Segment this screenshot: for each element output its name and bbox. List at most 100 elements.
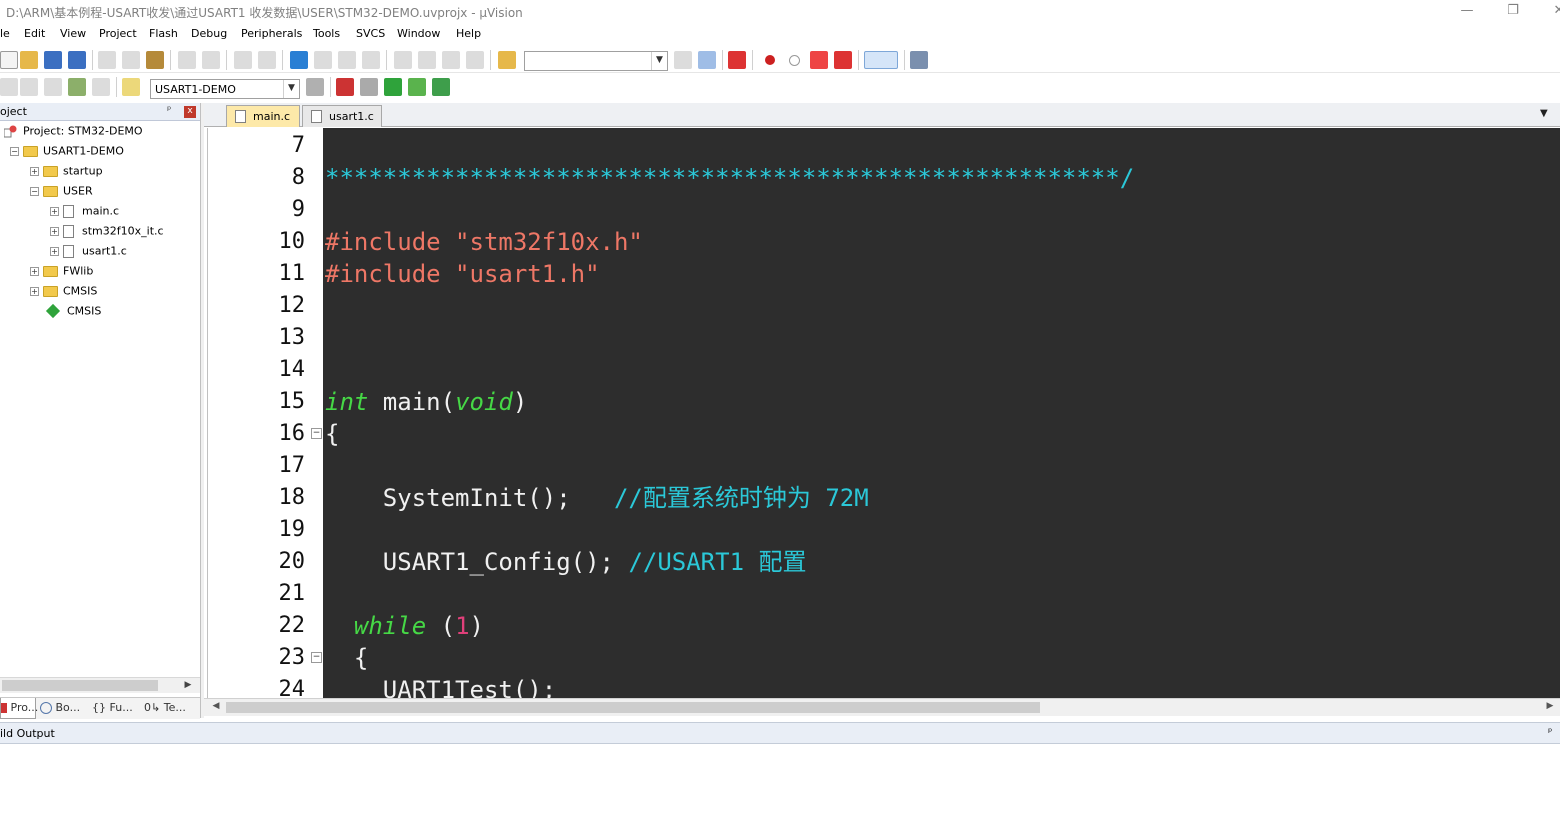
pin-icon[interactable]: ᵖ: [1548, 727, 1552, 738]
select-packs-icon[interactable]: [408, 78, 426, 96]
disable-breakpoint-icon[interactable]: [789, 55, 800, 66]
clear-bookmarks-icon[interactable]: [362, 51, 380, 69]
comment-icon[interactable]: [442, 51, 460, 69]
tree-node-target[interactable]: − USART1-DEMO: [10, 144, 124, 162]
scroll-right-icon[interactable]: ▶: [180, 678, 196, 694]
tree-node-file[interactable]: + usart1.c: [50, 244, 127, 262]
stop-build-icon[interactable]: [92, 78, 110, 96]
tree-node-group[interactable]: + FWlib: [30, 264, 93, 282]
target-select[interactable]: USART1-DEMO ▼: [150, 79, 300, 99]
insert-breakpoint-icon[interactable]: [765, 55, 775, 65]
menu-debug[interactable]: Debug: [191, 27, 227, 40]
expand-icon[interactable]: +: [30, 166, 39, 176]
menu-project[interactable]: Project: [99, 27, 137, 40]
menu-view[interactable]: View: [60, 27, 86, 40]
tab-list-dropdown-icon[interactable]: ▼: [1540, 108, 1548, 119]
scroll-thumb[interactable]: [2, 680, 158, 691]
new-file-icon[interactable]: [0, 51, 18, 69]
kill-all-breakpoints-icon[interactable]: [834, 51, 852, 69]
tree-node-file[interactable]: + stm32f10x_it.c: [50, 224, 164, 242]
save-all-icon[interactable]: [68, 51, 86, 69]
close-icon[interactable]: x: [184, 106, 196, 118]
fold-collapse-icon[interactable]: −: [311, 652, 322, 663]
build-icon[interactable]: [20, 78, 38, 96]
next-bookmark-icon[interactable]: [338, 51, 356, 69]
cut-icon[interactable]: [98, 51, 116, 69]
translate-icon[interactable]: [0, 78, 18, 96]
prev-bookmark-icon[interactable]: [314, 51, 332, 69]
menu-help[interactable]: Help: [456, 27, 481, 40]
unindent-icon[interactable]: [418, 51, 436, 69]
tab-functions[interactable]: {} Fu...: [92, 698, 138, 719]
tab-project[interactable]: Pro...: [0, 698, 38, 719]
close-button[interactable]: ✕: [1536, 0, 1560, 24]
bookmark-icon[interactable]: [290, 51, 308, 69]
editor-hscrollbar[interactable]: ◀ ▶: [204, 698, 1560, 716]
debug-session-icon[interactable]: [728, 51, 746, 69]
find-in-files-icon[interactable]: [498, 51, 516, 69]
expand-icon[interactable]: +: [50, 226, 59, 236]
tab-templates[interactable]: 0↳ Te...: [144, 698, 192, 719]
open-file-icon[interactable]: [20, 51, 38, 69]
disable-all-breakpoints-icon[interactable]: [810, 51, 828, 69]
tab-usart1-c[interactable]: usart1.c: [302, 105, 382, 127]
nav-back-icon[interactable]: [234, 51, 252, 69]
panel-splitter[interactable]: [201, 103, 204, 718]
window-layout-icon[interactable]: [864, 51, 898, 69]
tree-node-group[interactable]: + CMSIS: [30, 284, 97, 302]
tab-books[interactable]: Bo...: [40, 698, 86, 719]
code-text: ): [512, 388, 528, 416]
menu-tools[interactable]: Tools: [313, 27, 340, 40]
collapse-icon[interactable]: −: [30, 186, 39, 196]
menu-flash[interactable]: Flash: [149, 27, 178, 40]
run-time-env-icon[interactable]: [384, 78, 402, 96]
copy-icon[interactable]: [122, 51, 140, 69]
fold-collapse-icon[interactable]: −: [311, 428, 322, 439]
chevron-down-icon[interactable]: ▼: [283, 80, 299, 98]
find-icon[interactable]: [674, 51, 692, 69]
pack-installer-icon[interactable]: [432, 78, 450, 96]
redo-icon[interactable]: [202, 51, 220, 69]
incremental-find-icon[interactable]: [698, 51, 716, 69]
configure-icon[interactable]: [910, 51, 928, 69]
code-editor[interactable]: ****************************************…: [323, 128, 1560, 698]
target-options-icon[interactable]: [306, 78, 324, 96]
scroll-thumb[interactable]: [226, 702, 1040, 713]
restore-button[interactable]: ❐: [1490, 0, 1536, 24]
load-icon[interactable]: [122, 78, 140, 96]
collapse-icon[interactable]: −: [10, 146, 19, 156]
minimize-button[interactable]: —: [1444, 0, 1490, 24]
find-combo[interactable]: ▼: [524, 51, 668, 71]
batch-build-icon[interactable]: [68, 78, 86, 96]
nav-forward-icon[interactable]: [258, 51, 276, 69]
scroll-right-icon[interactable]: ▶: [1542, 699, 1558, 715]
scroll-left-icon[interactable]: ◀: [208, 699, 224, 715]
chevron-down-icon[interactable]: ▼: [651, 52, 667, 70]
expand-icon[interactable]: +: [30, 266, 39, 276]
menu-svcs[interactable]: SVCS: [356, 27, 385, 40]
file-extensions-icon[interactable]: [360, 78, 378, 96]
menu-peripherals[interactable]: Peripherals: [241, 27, 302, 40]
expand-icon[interactable]: +: [30, 286, 39, 296]
tree-node-file[interactable]: + main.c: [50, 204, 119, 222]
uncomment-icon[interactable]: [466, 51, 484, 69]
expand-icon[interactable]: +: [50, 206, 59, 216]
save-icon[interactable]: [44, 51, 62, 69]
tree-node-project[interactable]: Project: STM32-DEMO: [3, 124, 143, 142]
rebuild-icon[interactable]: [44, 78, 62, 96]
expand-icon[interactable]: +: [50, 246, 59, 256]
menu-window[interactable]: Window: [397, 27, 440, 40]
menu-file[interactable]: le: [0, 27, 10, 40]
tree-node-group[interactable]: − USER: [30, 184, 93, 202]
tab-main-c[interactable]: main.c: [226, 105, 300, 127]
tree-node-component[interactable]: CMSIS: [45, 303, 101, 322]
indent-icon[interactable]: [394, 51, 412, 69]
pin-icon[interactable]: ᵖ: [167, 105, 171, 116]
manage-components-icon[interactable]: [336, 78, 354, 96]
paste-icon[interactable]: [146, 51, 164, 69]
menu-edit[interactable]: Edit: [24, 27, 45, 40]
tree-node-group[interactable]: + startup: [30, 164, 103, 182]
project-hscrollbar[interactable]: ▶: [0, 677, 200, 693]
undo-icon[interactable]: [178, 51, 196, 69]
build-output-area[interactable]: [0, 745, 1560, 818]
